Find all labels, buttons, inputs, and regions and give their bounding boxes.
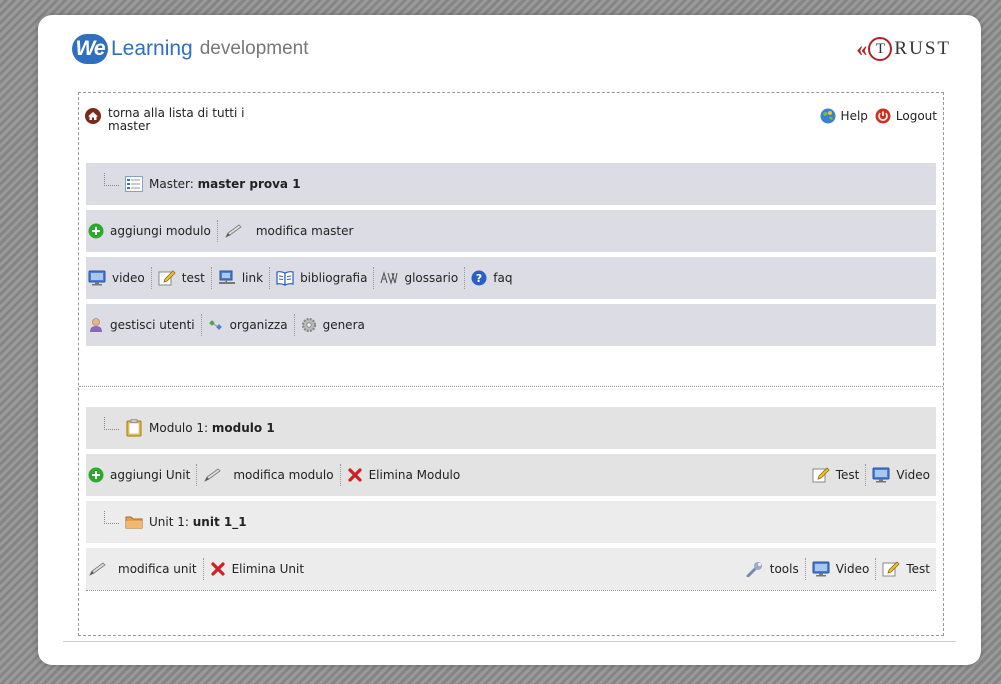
module-name: modulo 1 — [211, 421, 275, 435]
home-icon — [85, 108, 101, 124]
delete-module-button[interactable]: Elimina Modulo — [341, 464, 467, 486]
wrench-icon — [746, 562, 762, 577]
master-manage-row: gestisci utenti organizza genera — [86, 304, 936, 346]
monitor-icon — [812, 561, 830, 577]
gear-icon — [301, 317, 316, 333]
edit-module-button[interactable]: modifica modulo — [197, 464, 339, 486]
back-to-masters-link[interactable]: torna alla lista di tutti i master — [84, 107, 258, 133]
bibliography-tool-button[interactable]: bibliografia — [270, 267, 373, 289]
pencil-icon — [224, 224, 242, 238]
organize-icon — [208, 320, 222, 330]
content-frame: torna alla lista di tutti i master Help — [78, 92, 944, 636]
section-divider — [86, 590, 936, 591]
module-actions-row: aggiungi Unit modifica modulo Elimina Mo… — [86, 454, 936, 496]
edit-master-button[interactable]: modifica master — [218, 220, 360, 242]
main-card: We Learning development « T RUST torna a… — [38, 15, 981, 665]
back-to-masters-label: torna alla lista di tutti i master — [108, 106, 245, 133]
unit-video-button[interactable]: Video — [806, 558, 876, 580]
unit-tools-button[interactable]: tools — [744, 558, 805, 580]
unit-actions-row: modifica unit Elimina Unit tools Video T… — [86, 548, 936, 590]
close-x-icon — [210, 562, 225, 576]
edit-unit-button[interactable]: modifica unit — [86, 558, 203, 580]
faq-tool-button[interactable]: ? faq — [465, 267, 518, 289]
top-right-links: Help Logout — [813, 108, 937, 124]
trust-arrows-icon: « — [856, 36, 868, 61]
section-divider — [79, 386, 943, 387]
logout-link[interactable]: Logout — [875, 108, 937, 124]
module-right-actions: Test Video — [810, 464, 936, 486]
logo-development-text: development — [199, 38, 309, 59]
unit-name: unit 1_1 — [192, 515, 247, 529]
glossary-av-icon — [380, 271, 399, 285]
unit-title-row: Unit 1: unit 1_1 — [86, 501, 936, 543]
edit-note-icon — [882, 561, 900, 577]
video-tool-button[interactable]: video — [86, 267, 151, 289]
question-circle-icon: ? — [471, 270, 487, 286]
module-title: Modulo 1: modulo 1 — [149, 421, 275, 435]
plus-circle-icon — [88, 223, 104, 239]
folder-icon — [125, 516, 143, 529]
module-test-button[interactable]: Test — [810, 464, 866, 486]
master-title: Master: master prova 1 — [149, 177, 301, 191]
user-icon — [90, 318, 102, 332]
pencil-icon — [204, 468, 221, 482]
help-globe-icon — [820, 108, 836, 124]
welearning-logo: We Learning development — [72, 34, 309, 64]
master-name: master prova 1 — [197, 177, 301, 191]
monitor-icon — [872, 467, 890, 483]
monitor-icon — [88, 270, 106, 286]
power-icon — [875, 108, 891, 124]
module-title-row: Modulo 1: modulo 1 — [86, 407, 936, 449]
network-monitor-icon — [218, 270, 235, 284]
edit-note-icon — [158, 270, 176, 286]
trust-t-circle: T — [868, 37, 893, 61]
unit-title: Unit 1: unit 1_1 — [149, 515, 247, 529]
pencil-icon — [89, 562, 106, 576]
unit-test-button[interactable]: Test — [876, 558, 936, 580]
plus-circle-icon — [88, 467, 104, 483]
tree-connector — [104, 172, 119, 186]
logout-label: Logout — [895, 109, 937, 123]
manage-users-button[interactable]: gestisci utenti — [86, 314, 201, 336]
svg-text:?: ? — [476, 272, 482, 285]
tree-connector — [104, 416, 119, 430]
module-video-button[interactable]: Video — [866, 464, 936, 486]
test-tool-button[interactable]: test — [152, 267, 211, 289]
organize-button[interactable]: organizza — [202, 314, 294, 336]
close-x-icon — [347, 468, 362, 482]
clipboard-icon — [126, 419, 142, 437]
add-unit-button[interactable]: aggiungi Unit — [86, 464, 196, 486]
unit-right-actions: tools Video Test — [744, 558, 936, 580]
master-title-row: Master: master prova 1 — [86, 163, 936, 205]
trust-logo: « T RUST — [856, 37, 951, 61]
logo-we-badge: We — [72, 34, 108, 64]
generate-button[interactable]: genera — [295, 314, 371, 336]
help-link[interactable]: Help — [820, 108, 868, 124]
tree-connector — [104, 510, 119, 524]
logo-learning-text: Learning — [111, 37, 193, 60]
link-tool-button[interactable]: link — [212, 267, 269, 289]
footer-line — [63, 641, 956, 642]
trust-rest-text: RUST — [894, 38, 951, 59]
glossary-tool-button[interactable]: glossario — [374, 267, 464, 289]
help-label: Help — [840, 109, 868, 123]
master-actions-row: aggiungi modulo modifica master — [86, 210, 936, 252]
add-module-button[interactable]: aggiungi modulo — [86, 220, 217, 242]
edit-note-icon — [812, 467, 830, 483]
list-icon — [125, 176, 143, 192]
master-tools-row: video test link bibliografia glossario ?… — [86, 257, 936, 299]
book-icon — [276, 271, 294, 286]
delete-unit-button[interactable]: Elimina Unit — [204, 558, 310, 580]
